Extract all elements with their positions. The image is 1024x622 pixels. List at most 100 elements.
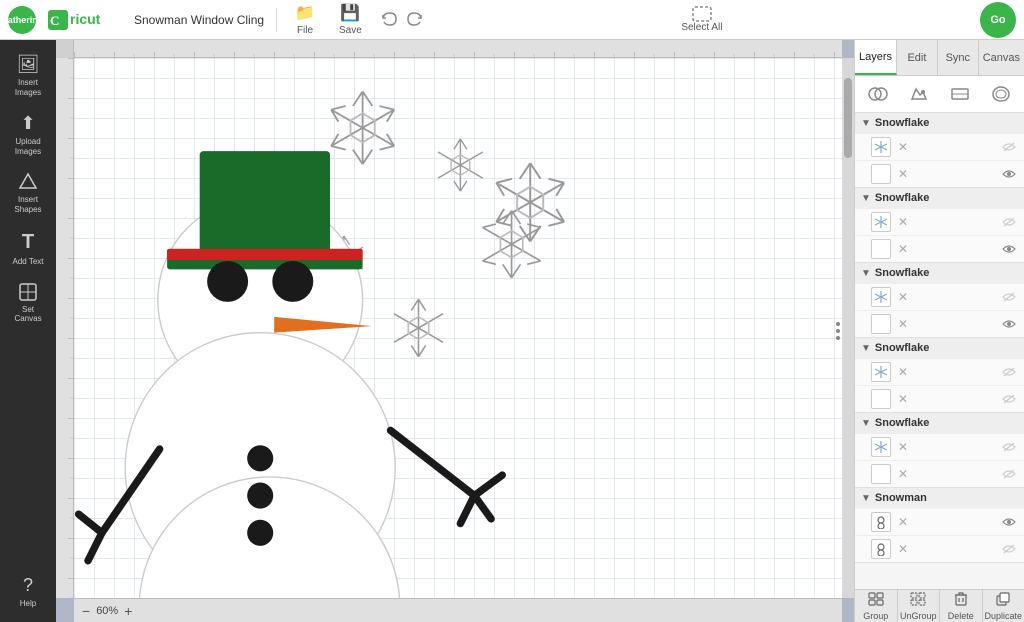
snowflake-thumb-icon (874, 215, 888, 229)
canvas-collapse-handle[interactable] (836, 322, 840, 340)
save-button[interactable]: 💾 Save (333, 1, 368, 38)
layer-delete-icon[interactable]: ✕ (895, 139, 911, 155)
layer-delete-icon[interactable]: ✕ (895, 541, 911, 557)
duplicate-icon (996, 592, 1010, 609)
layer-delete-icon[interactable]: ✕ (895, 166, 911, 182)
sidebar-item-set-canvas[interactable]: SetCanvas (0, 276, 56, 330)
contour-tool[interactable] (983, 80, 1020, 108)
layer-visibility-toggle[interactable] (1000, 213, 1018, 231)
file-menu[interactable]: 📁 File (289, 1, 321, 38)
contour-icon (990, 85, 1012, 103)
toolbar-center: Select All (436, 4, 968, 35)
layer-visibility-toggle[interactable] (1000, 288, 1018, 306)
snowflake-thumb-icon (874, 140, 888, 154)
layer-thumbnail (871, 239, 891, 259)
layer-row: ✕ (855, 385, 1024, 412)
select-all-button[interactable]: Select All (673, 4, 730, 35)
layer-delete-icon[interactable]: ✕ (895, 439, 911, 455)
zoom-out-button[interactable]: − (82, 603, 90, 619)
weld-tool[interactable] (859, 80, 896, 108)
layer-delete-icon[interactable]: ✕ (895, 391, 911, 407)
tab-sync[interactable]: Sync (938, 40, 979, 75)
layer-group-header-snowflake-3[interactable]: ▼ Snowflake (855, 263, 1024, 283)
layer-row: ✕ (855, 160, 1024, 187)
layer-visibility-toggle[interactable] (1000, 315, 1018, 333)
ungroup-button[interactable]: UnGroup (898, 590, 941, 622)
attach-tool[interactable] (900, 80, 937, 108)
eye-hidden-icon (1002, 292, 1016, 302)
file-icon: 📁 (295, 3, 315, 23)
layer-thumbnail (871, 137, 891, 157)
sidebar-item-insert-shapes[interactable]: InsertShapes (0, 166, 56, 220)
ruler-left-marks (56, 58, 74, 598)
panel-tabs: Layers Edit Sync Canvas (855, 40, 1024, 76)
sidebar-item-upload-images[interactable]: ⬆ UploadImages (0, 107, 56, 162)
layer-delete-icon[interactable]: ✕ (895, 214, 911, 230)
layers-panel: ▼ Snowflake ✕ ✕ (855, 113, 1024, 589)
layer-visibility-toggle[interactable] (1000, 390, 1018, 408)
layer-thumbnail (871, 512, 891, 532)
eye-hidden-icon (1002, 142, 1016, 152)
layer-visibility-toggle[interactable] (1000, 513, 1018, 531)
panel-tools (855, 76, 1024, 113)
snowman-thumb-icon-2 (874, 542, 888, 556)
tab-edit[interactable]: Edit (897, 40, 938, 75)
layer-thumbnail (871, 287, 891, 307)
layer-delete-icon[interactable]: ✕ (895, 241, 911, 257)
tab-layers[interactable]: Layers (855, 40, 897, 75)
add-text-icon: T (22, 231, 34, 254)
layer-row: ✕ (855, 358, 1024, 385)
eye-hidden-icon (1002, 394, 1016, 404)
upload-images-icon: ⬆ (20, 113, 35, 134)
layer-visibility-toggle[interactable] (1000, 438, 1018, 456)
layer-visibility-toggle[interactable] (1000, 165, 1018, 183)
snowflake-thumb-icon (874, 290, 888, 304)
layer-delete-icon[interactable]: ✕ (895, 364, 911, 380)
group-button[interactable]: Group (855, 590, 898, 622)
layer-group-header-snowman[interactable]: ▼ Snowman (855, 488, 1024, 508)
snowman-illustration (74, 58, 854, 598)
user-avatar[interactable]: Katherine (8, 6, 36, 34)
ruler-left (56, 58, 74, 598)
canvas-grid[interactable] (74, 58, 854, 598)
layer-group-header-snowflake-1[interactable]: ▼ Snowflake (855, 113, 1024, 133)
layer-thumbnail (871, 389, 891, 409)
tab-canvas[interactable]: Canvas (979, 40, 1024, 75)
delete-button[interactable]: Delete (940, 590, 983, 622)
sidebar-item-help[interactable]: ? Help (0, 569, 56, 614)
layer-visibility-toggle[interactable] (1000, 363, 1018, 381)
ruler-marks (74, 40, 854, 58)
layer-delete-icon[interactable]: ✕ (895, 514, 911, 530)
layer-delete-icon[interactable]: ✕ (895, 466, 911, 482)
eye-hidden-icon (1002, 367, 1016, 377)
layer-group-header-snowflake-4[interactable]: ▼ Snowflake (855, 338, 1024, 358)
redo-icon[interactable] (404, 10, 424, 30)
layer-visibility-toggle[interactable] (1000, 540, 1018, 558)
chevron-icon: ▼ (861, 418, 871, 429)
layer-visibility-toggle[interactable] (1000, 138, 1018, 156)
zoom-in-button[interactable]: + (124, 603, 132, 619)
sidebar-item-insert-images[interactable]: 🖼 InsertImages (0, 48, 56, 103)
eye-icon (1002, 169, 1016, 179)
layer-group-snowflake-1: ▼ Snowflake ✕ ✕ (855, 113, 1024, 188)
layer-row: ✕ (855, 310, 1024, 337)
flatten-tool[interactable] (942, 80, 979, 108)
canvas-wrapper[interactable] (74, 58, 854, 598)
layer-visibility-toggle[interactable] (1000, 240, 1018, 258)
layer-thumbnail (871, 539, 891, 559)
canvas-scrollbar[interactable] (842, 58, 854, 598)
canvas-area: − 60% + (56, 40, 854, 622)
duplicate-button[interactable]: Duplicate (983, 590, 1024, 622)
undo-icon[interactable] (380, 10, 400, 30)
sidebar-item-add-text[interactable]: T Add Text (0, 225, 56, 272)
layer-visibility-toggle[interactable] (1000, 465, 1018, 483)
chevron-icon: ▼ (861, 193, 871, 204)
eye-icon (1002, 517, 1016, 527)
layer-group-header-snowflake-2[interactable]: ▼ Snowflake (855, 188, 1024, 208)
layer-group-header-snowflake-5[interactable]: ▼ Snowflake (855, 413, 1024, 433)
chevron-icon: ▼ (861, 493, 871, 504)
layer-delete-icon[interactable]: ✕ (895, 289, 911, 305)
go-button[interactable]: Go (980, 2, 1016, 38)
layer-delete-icon[interactable]: ✕ (895, 316, 911, 332)
help-icon: ? (23, 575, 33, 596)
